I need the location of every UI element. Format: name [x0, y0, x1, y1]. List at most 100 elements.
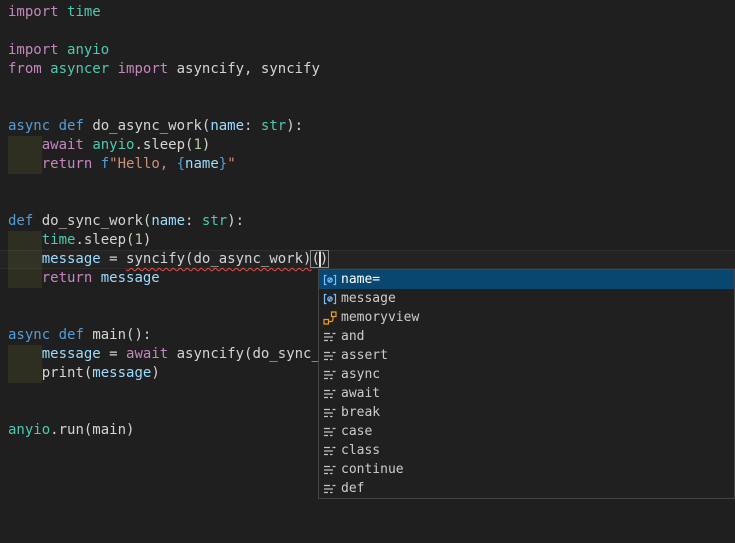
code-token: return — [42, 156, 93, 172]
code-token: ) — [202, 137, 210, 153]
code-token: } — [219, 156, 227, 172]
code-token: ): — [286, 118, 303, 134]
code-token — [8, 232, 42, 248]
code-token: name — [185, 156, 219, 172]
code-token: async — [8, 118, 50, 134]
code-token: "Hello, — [109, 156, 176, 172]
code-token — [59, 42, 67, 58]
code-token: .sleep( — [134, 137, 193, 153]
suggestion-item[interactable]: memoryview — [319, 308, 734, 327]
code-token: str — [202, 213, 227, 229]
code-token — [92, 156, 100, 172]
code-token: name — [210, 118, 244, 134]
code-line[interactable]: import anyio — [8, 41, 735, 60]
symbol-variable-icon — [322, 272, 338, 288]
code-token: asyncify(do_sync_ — [168, 346, 320, 362]
code-token: anyio — [8, 422, 50, 438]
code-token: message — [42, 346, 101, 362]
code-token: { — [177, 156, 185, 172]
code-line[interactable] — [8, 193, 735, 212]
matched-bracket: ) — [320, 251, 328, 267]
suggestion-item[interactable]: assert — [319, 346, 734, 365]
code-token: import — [118, 61, 169, 77]
symbol-keyword-icon — [322, 462, 338, 478]
suggestion-label: case — [341, 424, 372, 439]
code-token — [8, 346, 42, 362]
code-line[interactable]: time.sleep(1) — [8, 231, 735, 250]
code-token: from — [8, 61, 42, 77]
code-token: : — [244, 118, 261, 134]
symbol-keyword-icon — [322, 329, 338, 345]
suggestion-label: await — [341, 386, 380, 401]
code-token: time — [67, 4, 101, 20]
code-line[interactable]: def do_sync_work(name: str): — [8, 212, 735, 231]
suggestion-item[interactable]: name= — [319, 270, 734, 289]
code-line[interactable]: await anyio.sleep(1) — [8, 136, 735, 155]
code-token — [92, 270, 100, 286]
suggestion-label: and — [341, 329, 364, 344]
code-line[interactable]: from asyncer import asyncify, syncify — [8, 60, 735, 79]
code-token — [50, 118, 58, 134]
code-token — [8, 156, 42, 172]
code-token — [109, 61, 117, 77]
suggestion-label: break — [341, 405, 380, 420]
symbol-keyword-icon — [322, 443, 338, 459]
code-token: do_async_work( — [84, 118, 210, 134]
code-token — [8, 251, 42, 267]
suggestion-item[interactable]: await — [319, 384, 734, 403]
symbol-keyword-icon — [322, 405, 338, 421]
code-line[interactable] — [8, 79, 735, 98]
text-cursor — [319, 252, 321, 267]
suggestion-item[interactable]: class — [319, 441, 734, 460]
suggestion-item[interactable]: continue — [319, 460, 734, 479]
code-editor[interactable]: import timeimport anyiofrom asyncer impo… — [0, 0, 735, 543]
code-token: def — [59, 118, 84, 134]
code-line[interactable]: async def do_async_work(name: str): — [8, 117, 735, 136]
code-token: 1 — [134, 232, 142, 248]
code-token — [8, 365, 42, 381]
code-token — [59, 4, 67, 20]
code-token: message — [92, 365, 151, 381]
code-token: = — [101, 251, 126, 267]
code-token: await — [42, 137, 84, 153]
code-token — [8, 137, 42, 153]
code-line[interactable] — [8, 174, 735, 193]
code-line[interactable] — [8, 22, 735, 41]
suggestion-label: assert — [341, 348, 388, 363]
suggestion-item[interactable]: and — [319, 327, 734, 346]
code-token: import — [8, 42, 59, 58]
code-line[interactable] — [8, 98, 735, 117]
symbol-keyword-icon — [322, 424, 338, 440]
suggestion-item[interactable]: async — [319, 365, 734, 384]
code-token — [42, 61, 50, 77]
suggestion-label: class — [341, 443, 380, 458]
code-token: await — [126, 346, 168, 362]
symbol-keyword-icon — [322, 348, 338, 364]
suggestion-item[interactable]: break — [319, 403, 734, 422]
symbol-keyword-icon — [322, 367, 338, 383]
suggestion-label: def — [341, 481, 364, 496]
code-token: anyio — [67, 42, 109, 58]
code-token: return — [42, 270, 93, 286]
code-token: def — [8, 213, 33, 229]
code-token: .sleep( — [75, 232, 134, 248]
suggestion-item[interactable]: case — [319, 422, 734, 441]
code-token: anyio — [92, 137, 134, 153]
symbol-class-icon — [322, 310, 338, 326]
error-squiggle-token: syncify(do_async_work) — [126, 251, 311, 267]
code-token: f — [101, 156, 109, 172]
code-token: ): — [227, 213, 244, 229]
code-token: str — [261, 118, 286, 134]
code-token: : — [185, 213, 202, 229]
code-token: main(): — [84, 327, 151, 343]
suggestion-item[interactable]: def — [319, 479, 734, 498]
code-line[interactable]: import time — [8, 3, 735, 22]
code-token: = — [101, 346, 126, 362]
symbol-keyword-icon — [322, 481, 338, 497]
code-line[interactable]: message = syncify(do_async_work)() — [8, 250, 735, 269]
code-line[interactable]: return f"Hello, {name}" — [8, 155, 735, 174]
code-token: ) — [151, 365, 159, 381]
suggestion-item[interactable]: message — [319, 289, 734, 308]
code-token: " — [227, 156, 235, 172]
code-token: import — [8, 4, 59, 20]
